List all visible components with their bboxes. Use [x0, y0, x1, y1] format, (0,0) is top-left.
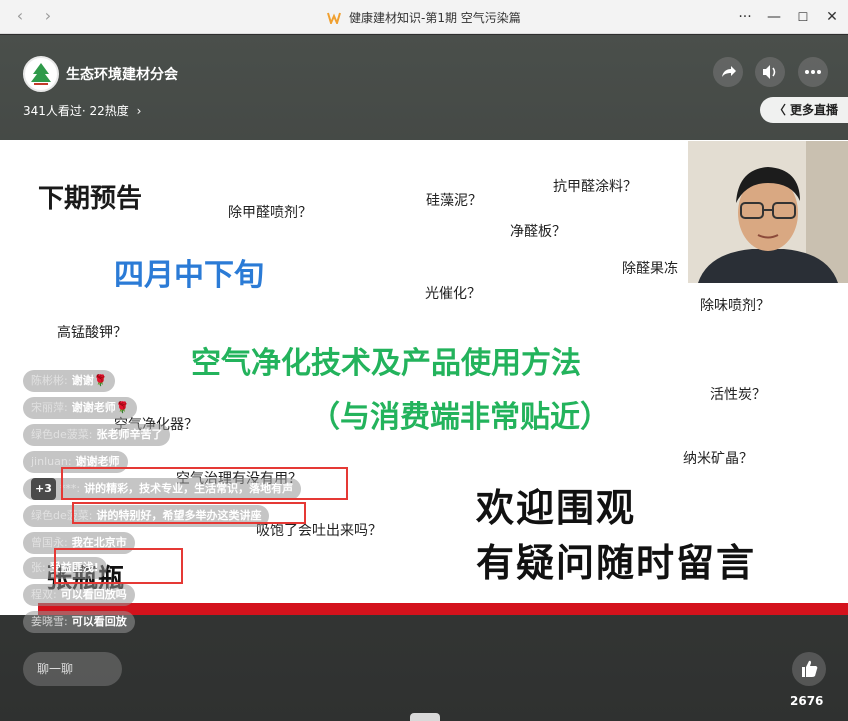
chevron-right-icon: ›: [136, 104, 142, 118]
chat-input[interactable]: 聊一聊: [23, 652, 122, 686]
question-text: 抗甲醛涂料？: [553, 179, 637, 195]
comment-item: 程双: 可以看回放吗: [23, 584, 135, 606]
question-text: 硅藻泥？: [426, 193, 482, 209]
volume-icon: [763, 65, 776, 79]
question-text: 除味喷剂？: [700, 298, 770, 314]
channel-avatar[interactable]: [23, 56, 59, 92]
slide-topic-subtitle: （与消费端非常贴近）: [310, 400, 610, 435]
window-title: 健康建材知识-第1期 空气污染篇: [0, 9, 848, 26]
question-text: 除醛果冻: [622, 261, 678, 277]
drag-handle[interactable]: [410, 713, 440, 721]
channel-logo-icon: [26, 59, 56, 89]
window-titlebar: ‹ › 健康建材知识-第1期 空气污染篇 ··· — ☐ ✕: [0, 0, 848, 34]
comment-user: 绿色de菠菜:: [31, 428, 93, 441]
question-text: 高锰酸钾？: [57, 325, 127, 341]
maximize-icon[interactable]: ☐: [792, 6, 814, 28]
channel-name[interactable]: 生态环境建材分会: [66, 64, 178, 84]
more-dots-icon: [805, 70, 821, 74]
share-button[interactable]: [713, 57, 743, 87]
comment-user: 张:: [31, 561, 46, 574]
welcome-text: 欢迎围观: [476, 486, 637, 530]
comment-user: 宋丽萍:: [31, 401, 68, 414]
thumbs-up-icon: [802, 660, 818, 677]
like-button[interactable]: [792, 652, 826, 686]
comment-item: 陈彬彬: 谢谢🌹: [23, 370, 116, 392]
slide-topic-title: 空气净化技术及产品使用方法: [191, 346, 581, 381]
share-icon: [722, 66, 736, 77]
comment-message: 谢谢🌹: [71, 374, 108, 387]
question-text: 除甲醛喷剂？: [228, 205, 312, 221]
question-text: 活性炭？: [710, 387, 766, 403]
question-text: 净醛板？: [510, 224, 566, 240]
view-stats[interactable]: 341人看过· 22热度 ›: [23, 102, 141, 119]
window-title-text: 健康建材知识-第1期 空气污染篇: [349, 11, 521, 25]
more-live-button[interactable]: 〈 更多直播: [759, 97, 848, 123]
close-icon[interactable]: ✕: [821, 6, 843, 28]
comment-message: 可以看回放吗: [60, 588, 127, 601]
comment-item: 绿色de菠菜: 张老师辛苦了: [23, 424, 171, 446]
comment-item: 姜晓雪: 可以看回放: [23, 611, 135, 633]
view-stats-text: 341人看过· 22热度: [23, 104, 129, 118]
more-count-badge[interactable]: +3: [31, 478, 56, 500]
comment-user: 姜晓雪:: [31, 615, 68, 628]
like-count: 2676: [790, 694, 824, 708]
slide-date: 四月中下旬: [114, 258, 264, 293]
question-text: 纳米矿晶？: [683, 451, 753, 467]
comment-user: 陈彬彬:: [31, 374, 68, 387]
highlight-box: [54, 548, 183, 584]
highlight-box: [61, 467, 348, 500]
comment-message: 谢谢老师🌹: [71, 401, 130, 414]
comment-item: 宋丽萍: 谢谢老师🌹: [23, 397, 138, 419]
app-logo-icon: [327, 12, 342, 24]
comment-message: 可以看回放: [71, 615, 127, 628]
more-options-icon[interactable]: ···: [734, 6, 756, 28]
comment-message: 张老师辛苦了: [96, 428, 163, 441]
presenter-camera: [688, 141, 848, 283]
volume-button[interactable]: [755, 57, 785, 87]
welcome-question-text: 有疑问随时留言: [476, 541, 757, 585]
slide-red-bar: [38, 603, 848, 615]
live-room: 生态环境建材分会 341人看过· 22热度 › 〈 更多直播 下期预告 四月中下…: [0, 35, 848, 721]
comment-user: 程双:: [31, 588, 57, 601]
question-text: 光催化？: [425, 286, 481, 302]
highlight-box: [72, 502, 306, 524]
minimize-icon[interactable]: —: [763, 6, 785, 28]
more-button[interactable]: [798, 57, 828, 87]
slide-heading: 下期预告: [38, 184, 143, 214]
presenter-portrait: [688, 141, 848, 283]
